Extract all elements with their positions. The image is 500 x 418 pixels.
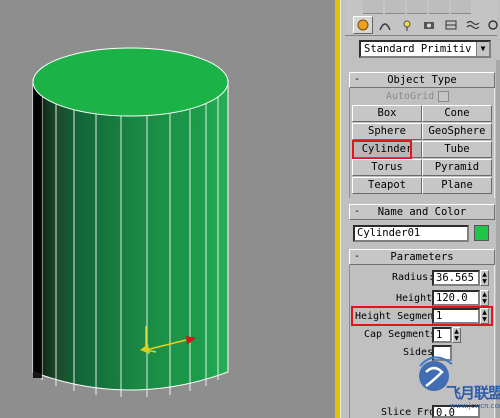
torus-button[interactable]: Torus: [352, 159, 422, 176]
cameras-icon[interactable]: [419, 16, 439, 34]
radius-label: Radius:: [392, 272, 435, 283]
object-type-title: Object Type: [387, 74, 457, 86]
viewport-canvas[interactable]: [0, 0, 337, 418]
geometry-icon[interactable]: [353, 16, 373, 34]
category-dropdown-value: Standard Primitiv: [364, 43, 472, 55]
display-tab-icon[interactable]: [429, 0, 449, 14]
cap-segments-spinner[interactable]: ▲ ▼: [452, 327, 461, 343]
name-color-rollout-header[interactable]: - Name and Color: [349, 204, 495, 220]
spacewarps-icon[interactable]: [463, 16, 483, 34]
cap-segments-field[interactable]: 1: [432, 327, 452, 343]
modify-tab-icon[interactable]: [363, 0, 383, 14]
watermark-brand: 飞月联盟: [446, 384, 500, 402]
parameters-rollout-header[interactable]: - Parameters: [349, 249, 495, 265]
utilities-tab-icon[interactable]: [451, 0, 471, 14]
category-dropdown[interactable]: Standard Primitiv ▼: [359, 40, 491, 58]
cone-button[interactable]: Cone: [422, 105, 492, 122]
watermark-logo: 飞月联盟 www.jcwcn.com: [412, 346, 500, 418]
lights-icon[interactable]: [397, 16, 417, 34]
height-segments-spinner[interactable]: ▲ ▼: [480, 308, 489, 324]
cap-segments-label: Cap Segments:: [364, 329, 443, 340]
radius-field[interactable]: 36.565: [432, 270, 480, 286]
hierarchy-tab-icon[interactable]: [385, 0, 405, 14]
collapse-icon[interactable]: -: [354, 250, 360, 264]
systems-icon[interactable]: [483, 16, 500, 34]
helpers-icon[interactable]: [441, 16, 461, 34]
height-field[interactable]: 120.0: [432, 290, 480, 306]
autogrid-label: AutoGrid: [386, 91, 435, 102]
cylinder-highlight-box: [352, 140, 412, 160]
collapse-icon[interactable]: -: [354, 205, 360, 219]
motion-tab-icon[interactable]: [407, 0, 427, 14]
object-type-rollout-header[interactable]: - Object Type: [349, 72, 495, 88]
shapes-icon[interactable]: [375, 16, 395, 34]
height-spinner[interactable]: ▲ ▼: [480, 290, 489, 306]
radius-spinner[interactable]: ▲ ▼: [480, 270, 489, 286]
watermark-url: www.jcwcn.com: [450, 402, 500, 410]
object-color-swatch[interactable]: [474, 225, 489, 241]
perspective-viewport[interactable]: [0, 0, 337, 418]
object-name-field[interactable]: Cylinder01: [353, 225, 469, 242]
name-color-title: Name and Color: [377, 206, 467, 218]
autogrid-checkbox[interactable]: [438, 91, 449, 102]
command-panel-tabs: [345, 0, 500, 36]
tube-button[interactable]: Tube: [422, 141, 492, 158]
plane-button[interactable]: Plane: [422, 177, 492, 194]
pyramid-button[interactable]: Pyramid: [422, 159, 492, 176]
cylinder-object[interactable]: [32, 47, 229, 397]
parameters-title: Parameters: [390, 251, 454, 263]
box-button[interactable]: Box: [352, 105, 422, 122]
collapse-icon[interactable]: -: [354, 73, 360, 87]
geosphere-button[interactable]: GeoSphere: [422, 123, 492, 140]
height-segments-field[interactable]: 1: [432, 308, 480, 324]
sphere-button[interactable]: Sphere: [352, 123, 422, 140]
teapot-button[interactable]: Teapot: [352, 177, 422, 194]
chevron-down-icon[interactable]: ▼: [476, 42, 489, 56]
